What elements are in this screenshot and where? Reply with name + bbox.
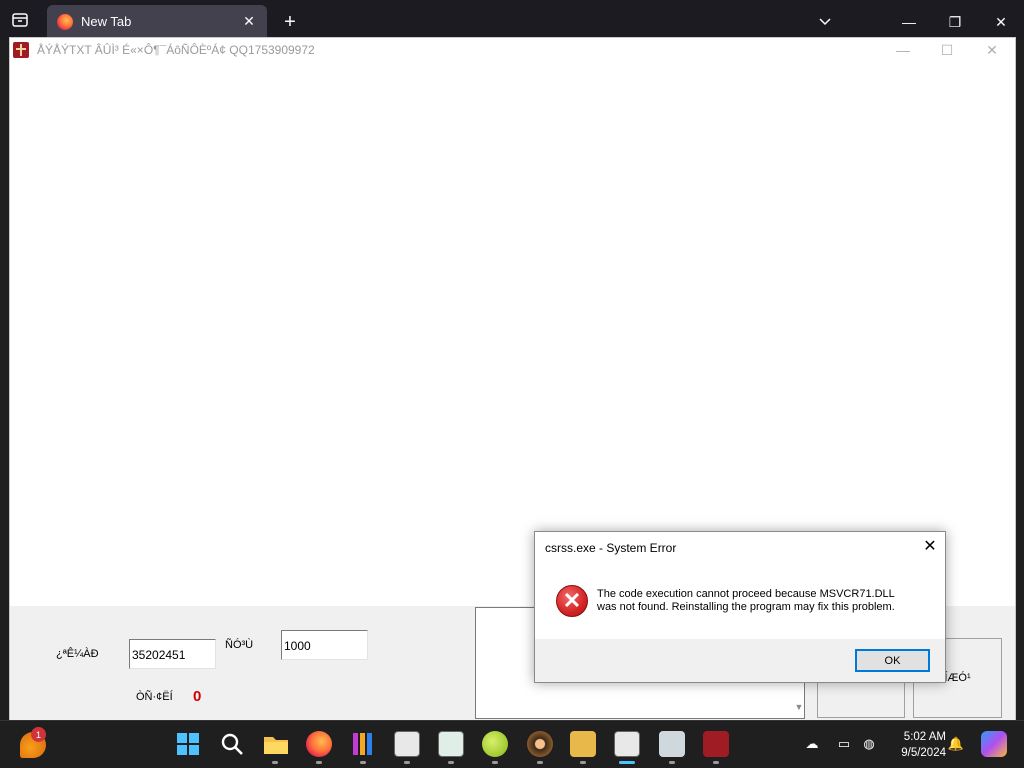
sent-count: 0 <box>193 688 202 705</box>
active-indicator <box>619 761 635 764</box>
app-title: ÅÝÅÝTXT ÂÛÌ³ É«×Ô¶¯ÁôÑÔÈºÁ¢ QQ1753909972 <box>37 43 315 57</box>
system-error-dialog: csrss.exe - System Error ✕ ✕ The code ex… <box>534 531 946 683</box>
clock-time: 5:02 AM <box>903 731 946 743</box>
close-tab-icon[interactable]: ✕ <box>239 12 259 32</box>
notification-bell-icon[interactable]: 🔔 <box>947 735 965 753</box>
tab-title: New Tab <box>81 14 132 29</box>
search-icon[interactable] <box>219 731 245 757</box>
running-indicator <box>537 761 543 764</box>
cloud-off-icon[interactable]: ☁ <box>803 735 821 753</box>
running-indicator <box>713 761 719 764</box>
file-explorer-icon[interactable] <box>263 731 289 757</box>
delay-field[interactable]: 1000 <box>281 630 368 660</box>
app-logo-icon <box>13 42 29 58</box>
dialog-message-line2: was not found. Reinstalling the program … <box>597 601 895 613</box>
app-stripes-icon[interactable] <box>350 731 376 757</box>
start-icon[interactable] <box>175 731 201 757</box>
close-window-button[interactable]: ✕ <box>978 6 1024 38</box>
scroll-down-icon[interactable]: ▼ <box>793 701 805 713</box>
media-app-icon[interactable] <box>527 731 553 757</box>
network-app-icon[interactable] <box>659 731 685 757</box>
running-indicator <box>316 761 322 764</box>
clock-date: 9/5/2024 <box>901 747 946 759</box>
dialog-message: The code execution cannot proceed becaus… <box>597 588 937 614</box>
active-window-app-icon[interactable] <box>614 731 640 757</box>
dialog-footer: OK <box>535 639 945 682</box>
tab-list-icon[interactable] <box>8 8 32 32</box>
app-minimize-button[interactable]: — <box>880 38 926 62</box>
restore-button[interactable]: ❐ <box>932 6 978 38</box>
running-indicator <box>448 761 454 764</box>
tab-new-tab[interactable]: New Tab ✕ <box>47 5 267 38</box>
taskbar: ☁ ▭ ◍ 5:02 AM 9/5/2024 🔔 <box>0 720 1024 768</box>
app-close-button[interactable]: ✕ <box>969 38 1015 62</box>
error-icon: ✕ <box>556 585 588 617</box>
firefox-icon[interactable] <box>306 731 332 757</box>
chart-app-icon[interactable] <box>438 731 464 757</box>
running-indicator <box>360 761 366 764</box>
sent-label: ÒÑ·¢ËÍ <box>136 691 173 703</box>
app-maximize-button[interactable]: ☐ <box>924 38 970 62</box>
ok-button[interactable]: OK <box>855 649 930 672</box>
dialog-title: csrss.exe - System Error <box>545 541 677 555</box>
minimize-button[interactable]: — <box>886 6 932 38</box>
new-tab-button[interactable]: + <box>278 10 302 34</box>
running-indicator <box>669 761 675 764</box>
display-icon[interactable]: ▭ <box>835 735 853 753</box>
browser-tab-bar: New Tab ✕ + — ❐ ✕ <box>0 0 1024 40</box>
app-title-bar: ÅÝÅÝTXT ÂÛÌ³ É«×Ô¶¯ÁôÑÔÈºÁ¢ QQ1753909972… <box>10 38 1015 62</box>
running-indicator <box>492 761 498 764</box>
account-label: ¿ªÊ¼ÀÐ <box>56 648 99 660</box>
dialog-message-line1: The code execution cannot proceed becaus… <box>597 588 895 600</box>
firefox-icon <box>57 13 73 30</box>
copilot-icon[interactable] <box>981 731 1007 757</box>
delay-label: ÑÓ³Ù <box>225 639 254 651</box>
running-indicator <box>272 761 278 764</box>
chevron-down-icon[interactable] <box>815 12 835 32</box>
running-indicator <box>580 761 586 764</box>
archive-app-icon[interactable] <box>570 731 596 757</box>
account-field[interactable]: 35202451 <box>129 639 216 669</box>
system-clock[interactable]: 5:02 AM 9/5/2024 <box>888 729 946 761</box>
window-app-icon[interactable] <box>394 731 420 757</box>
widget-badge: 1 <box>31 727 46 742</box>
network-icon[interactable]: ◍ <box>860 735 878 753</box>
dialog-close-button[interactable]: ✕ <box>919 535 941 557</box>
app-logo-taskbar-icon[interactable] <box>703 731 729 757</box>
running-indicator <box>404 761 410 764</box>
green-ball-icon[interactable] <box>482 731 508 757</box>
